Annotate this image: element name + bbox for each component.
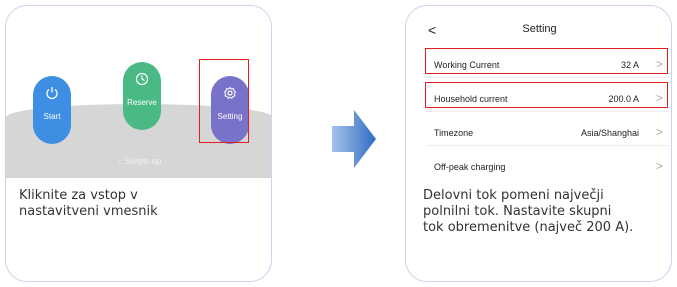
swipe-up-hint[interactable]: ↑ Swipe up <box>6 156 271 166</box>
arrow-right-icon <box>332 110 376 168</box>
settings-nav-bar: < Setting <box>406 6 671 48</box>
page-title: Setting <box>522 23 557 35</box>
power-icon <box>46 87 58 100</box>
chevron-right-icon: > <box>655 125 663 139</box>
row-label: Off-peak charging <box>434 162 506 172</box>
timezone-row[interactable]: Timezone Asia/Shanghai > <box>426 118 669 146</box>
right-instruction-card: < Setting Working Current 32 A > Househo… <box>405 5 672 282</box>
row-value: Asia/Shanghai <box>580 128 639 138</box>
off-peak-charging-row[interactable]: Off-peak charging > <box>426 152 669 180</box>
row-label: Timezone <box>434 128 474 138</box>
reserve-label: Reserve <box>127 98 157 107</box>
start-label: Start <box>43 112 61 121</box>
start-button[interactable]: Start <box>33 76 71 144</box>
left-instruction-card: ↑ Swipe up Start Reserve Setting <box>5 5 272 282</box>
clock-icon <box>135 72 149 86</box>
right-caption: Delovni tok pomeni največji polnilni tok… <box>423 188 634 235</box>
left-caption: Kliknite za vstop v nastavitveni vmesnik <box>19 188 158 219</box>
chevron-right-icon: > <box>655 159 663 173</box>
working-current-highlight-box <box>425 48 668 74</box>
household-current-highlight-box <box>425 82 668 108</box>
setting-highlight-box <box>199 59 249 143</box>
reserve-button[interactable]: Reserve <box>123 62 161 130</box>
